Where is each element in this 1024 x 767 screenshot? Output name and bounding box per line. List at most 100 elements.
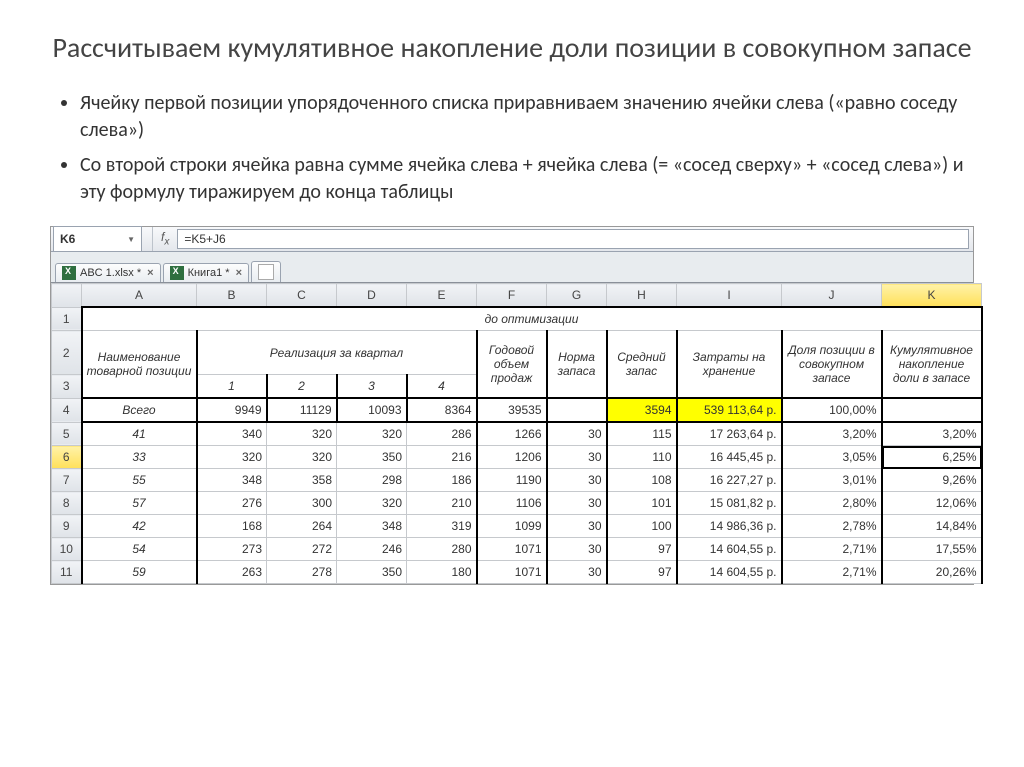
cell[interactable]: 9,26% <box>882 469 982 492</box>
cell[interactable]: 278 <box>267 561 337 584</box>
row-header[interactable]: 4 <box>52 398 82 422</box>
cell[interactable]: 2,71% <box>782 561 882 584</box>
workbook-tab[interactable]: ABC 1.xlsx *× <box>55 263 161 282</box>
cell[interactable]: 110 <box>607 446 677 469</box>
cell[interactable]: 14 986,36 р. <box>677 515 782 538</box>
cell[interactable]: 16 445,45 р. <box>677 446 782 469</box>
cell[interactable]: 358 <box>267 469 337 492</box>
cell[interactable]: 14 604,55 р. <box>677 561 782 584</box>
col-header[interactable]: E <box>407 284 477 308</box>
cell[interactable]: 210 <box>407 492 477 515</box>
name-box[interactable]: K6 ▼ <box>53 226 142 252</box>
cell[interactable]: 2 <box>267 375 337 399</box>
cell[interactable]: 246 <box>337 538 407 561</box>
cell[interactable]: 350 <box>337 561 407 584</box>
cell[interactable]: 54 <box>82 538 197 561</box>
cell[interactable]: 30 <box>547 422 607 446</box>
cell[interactable]: 3,05% <box>782 446 882 469</box>
cell[interactable]: 320 <box>337 422 407 446</box>
close-icon[interactable]: × <box>236 267 242 279</box>
cell[interactable]: Доля позиции в совокупном запасе <box>782 331 882 399</box>
cell[interactable]: 39535 <box>477 398 547 422</box>
cell[interactable]: 14 604,55 р. <box>677 538 782 561</box>
cell[interactable]: 186 <box>407 469 477 492</box>
cell[interactable]: 30 <box>547 469 607 492</box>
cell[interactable]: 115 <box>607 422 677 446</box>
cell[interactable]: 319 <box>407 515 477 538</box>
cell[interactable]: 30 <box>547 446 607 469</box>
cell[interactable]: 12,06% <box>882 492 982 515</box>
cell[interactable]: 3594 <box>607 398 677 422</box>
cell[interactable]: Реализация за квартал <box>197 331 477 375</box>
cell[interactable]: 1266 <box>477 422 547 446</box>
cell[interactable]: 14,84% <box>882 515 982 538</box>
cell[interactable]: 1 <box>197 375 267 399</box>
workbook-tab[interactable]: Книга1 *× <box>163 263 249 282</box>
cell[interactable]: 100,00% <box>782 398 882 422</box>
cell[interactable]: 15 081,82 р. <box>677 492 782 515</box>
cell[interactable]: 17 263,64 р. <box>677 422 782 446</box>
cell[interactable]: 280 <box>407 538 477 561</box>
row-header[interactable]: 6 <box>52 446 82 469</box>
col-header[interactable]: J <box>782 284 882 308</box>
cell[interactable]: 10093 <box>337 398 407 422</box>
cell[interactable]: 1071 <box>477 561 547 584</box>
cell[interactable]: 101 <box>607 492 677 515</box>
col-header[interactable]: D <box>337 284 407 308</box>
cell[interactable]: Всего <box>82 398 197 422</box>
col-header[interactable]: B <box>197 284 267 308</box>
row-header[interactable]: 7 <box>52 469 82 492</box>
cell[interactable]: 216 <box>407 446 477 469</box>
cell[interactable]: 3 <box>337 375 407 399</box>
cell[interactable]: 30 <box>547 538 607 561</box>
cell[interactable]: 272 <box>267 538 337 561</box>
cell[interactable]: 100 <box>607 515 677 538</box>
cell[interactable]: 276 <box>197 492 267 515</box>
close-icon[interactable]: × <box>147 267 153 279</box>
cell[interactable]: Годовой объем продаж <box>477 331 547 399</box>
row-header[interactable]: 10 <box>52 538 82 561</box>
col-header[interactable]: G <box>547 284 607 308</box>
cell[interactable]: 9949 <box>197 398 267 422</box>
cell[interactable]: Кумулятивное накопление доли в запасе <box>882 331 982 399</box>
cell[interactable]: 273 <box>197 538 267 561</box>
cell[interactable]: 59 <box>82 561 197 584</box>
new-tab[interactable] <box>251 261 281 282</box>
cell[interactable]: до оптимизации <box>82 307 982 331</box>
cell[interactable]: 263 <box>197 561 267 584</box>
cell[interactable]: 2,78% <box>782 515 882 538</box>
cell[interactable]: 30 <box>547 515 607 538</box>
cell[interactable]: 320 <box>197 446 267 469</box>
cell[interactable]: 41 <box>82 422 197 446</box>
row-header[interactable]: 1 <box>52 307 82 331</box>
cell[interactable]: 55 <box>82 469 197 492</box>
col-header[interactable]: K <box>882 284 982 308</box>
cell[interactable]: 264 <box>267 515 337 538</box>
cell[interactable]: 286 <box>407 422 477 446</box>
cell[interactable]: 348 <box>197 469 267 492</box>
active-cell[interactable]: 6,25% <box>882 446 982 469</box>
col-header[interactable]: A <box>82 284 197 308</box>
cell[interactable]: 1190 <box>477 469 547 492</box>
cell[interactable]: 320 <box>337 492 407 515</box>
cell[interactable]: 300 <box>267 492 337 515</box>
cell[interactable]: 17,55% <box>882 538 982 561</box>
cell[interactable]: 30 <box>547 561 607 584</box>
cell[interactable]: 108 <box>607 469 677 492</box>
row-header[interactable]: 3 <box>52 375 82 399</box>
row-header[interactable]: 9 <box>52 515 82 538</box>
cell[interactable]: Наименование товарной позиции <box>82 331 197 399</box>
cell[interactable]: 33 <box>82 446 197 469</box>
cell[interactable]: 3,20% <box>782 422 882 446</box>
cell[interactable]: Норма запаса <box>547 331 607 399</box>
cell[interactable]: 57 <box>82 492 197 515</box>
col-header[interactable]: I <box>677 284 782 308</box>
cell[interactable]: 8364 <box>407 398 477 422</box>
cell[interactable] <box>547 398 607 422</box>
cell[interactable]: 20,26% <box>882 561 982 584</box>
row-header[interactable]: 2 <box>52 331 82 375</box>
row-header[interactable]: 11 <box>52 561 82 584</box>
cell[interactable]: 16 227,27 р. <box>677 469 782 492</box>
col-header[interactable]: F <box>477 284 547 308</box>
dropdown-icon[interactable]: ▼ <box>127 235 135 244</box>
